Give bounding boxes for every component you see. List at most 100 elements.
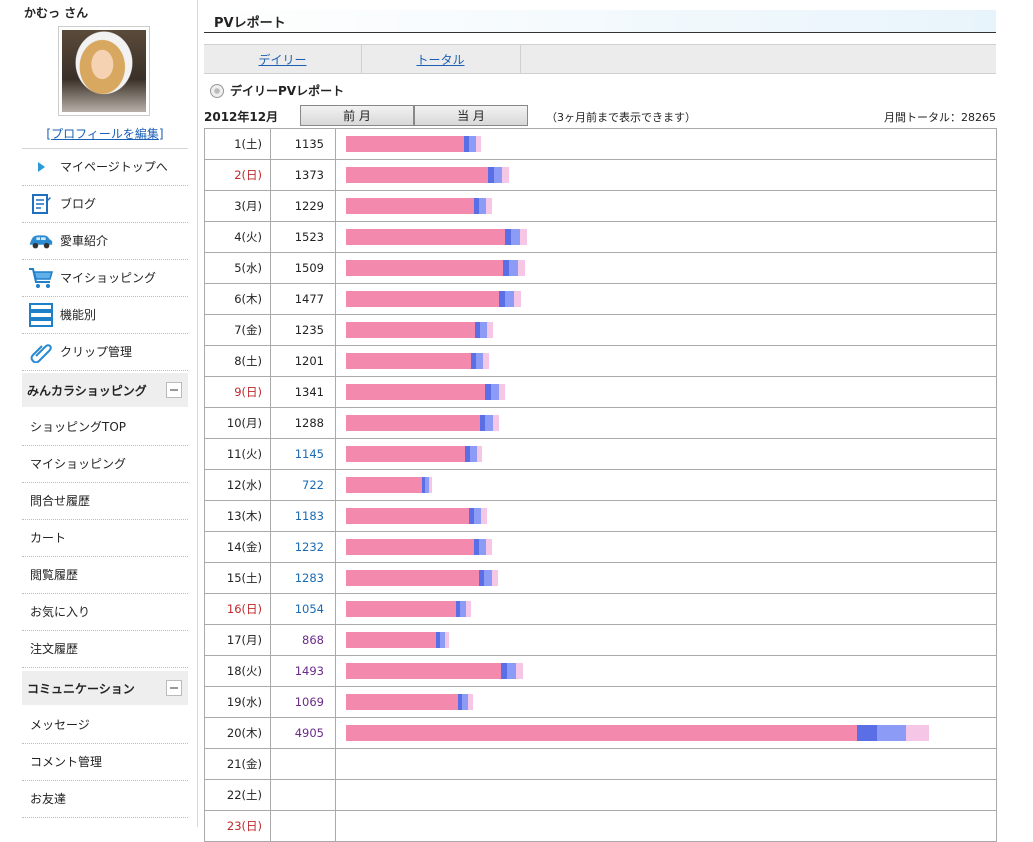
shopping-item-label[interactable]: 注文履歴 [30, 640, 78, 657]
pv-bar-segment [474, 508, 481, 524]
pv-bar-segment [468, 694, 473, 710]
pv-cell [271, 749, 336, 779]
shopping-item[interactable]: マイショッピング [22, 445, 188, 483]
bar-cell [336, 470, 996, 500]
shopping-item-label[interactable]: マイショッピング [30, 455, 126, 472]
pv-bar-segment [505, 291, 514, 307]
shopping-item[interactable]: 問合せ履歴 [22, 482, 188, 520]
pv-bar-segment [479, 539, 486, 555]
bar-cell [336, 439, 996, 469]
table-row: 2(日) 1373 [205, 160, 996, 191]
pv-bar [346, 663, 523, 679]
nav-blog[interactable]: ブログ [22, 185, 188, 223]
pv-bar-segment [346, 415, 480, 431]
day-cell: 15(土) [205, 563, 271, 593]
table-row: 5(水) 1509 [205, 253, 996, 284]
nav-label: 機能別 [60, 308, 97, 322]
pv-cell: 1183 [271, 501, 336, 531]
blog-notebook-icon [28, 192, 54, 216]
shopping-cart-icon [28, 266, 54, 290]
pv-bar-segment [877, 725, 906, 741]
pv-cell: 1373 [271, 160, 336, 190]
day-cell: 13(木) [205, 501, 271, 531]
communication-item-label[interactable]: お友達 [30, 790, 66, 807]
nav-car[interactable]: 愛車紹介 [22, 222, 188, 260]
pv-bar [346, 291, 521, 307]
communication-item[interactable]: コメント管理 [22, 743, 188, 781]
current-month-button[interactable]: 当 月 [414, 105, 528, 126]
bar-cell [336, 377, 996, 407]
collapse-button[interactable] [166, 680, 182, 696]
pv-bar-segment [494, 167, 502, 183]
pv-bar-segment [346, 663, 501, 679]
shopping-item-label[interactable]: お気に入り [30, 603, 90, 620]
shopping-item-label[interactable]: ショッピングTOP [30, 418, 126, 435]
pv-cell: 1135 [271, 129, 336, 159]
pv-bar-segment [491, 384, 499, 400]
page-title: PVレポート [204, 10, 996, 33]
pv-cell: 1288 [271, 408, 336, 438]
bar-cell [336, 625, 996, 655]
day-cell: 22(土) [205, 780, 271, 810]
table-row: 21(金) [205, 749, 996, 780]
pv-bar-segment [857, 725, 877, 741]
bar-cell [336, 563, 996, 593]
shopping-item[interactable]: カート [22, 519, 188, 557]
pv-bar [346, 260, 525, 276]
report-tabs: デイリー トータル [204, 44, 996, 74]
list-stack-icon [28, 302, 54, 327]
communication-item-label[interactable]: コメント管理 [30, 753, 102, 770]
day-cell: 2(日) [205, 160, 271, 190]
pv-bar-segment [479, 198, 486, 214]
pv-cell: 1069 [271, 687, 336, 717]
pv-cell: 1232 [271, 532, 336, 562]
tab-daily[interactable]: デイリー [204, 45, 362, 73]
pv-bar-segment [346, 353, 471, 369]
nav-my-shopping[interactable]: マイショッピング [22, 259, 188, 297]
pv-bar-segment [520, 229, 527, 245]
pv-table: 1(土) 1135 2(日) 1373 3(月) 1229 4(火) 1523 5(水) 1509… [204, 128, 997, 842]
pv-bar [346, 601, 471, 617]
collapse-button[interactable] [166, 382, 182, 398]
day-cell: 9(日) [205, 377, 271, 407]
day-cell: 8(土) [205, 346, 271, 376]
day-cell: 19(水) [205, 687, 271, 717]
avatar[interactable] [58, 26, 150, 116]
range-note: （3ヶ月前まで表示できます） [546, 111, 696, 124]
day-cell: 17(月) [205, 625, 271, 655]
pv-bar-segment [346, 477, 422, 493]
bar-cell [336, 501, 996, 531]
shopping-item[interactable]: 注文履歴 [22, 630, 188, 668]
bar-cell [336, 284, 996, 314]
nav-label: マイショッピング [60, 271, 157, 285]
nav-mypage-top[interactable]: マイページトップへ [22, 148, 188, 186]
nav-clip[interactable]: クリップ管理 [22, 333, 188, 371]
day-cell: 21(金) [205, 749, 271, 779]
day-cell: 11(火) [205, 439, 271, 469]
bar-cell [336, 191, 996, 221]
communication-item[interactable]: メッセージ [22, 706, 188, 744]
pv-bar-segment [346, 229, 505, 245]
shopping-item[interactable]: 閲覧履歴 [22, 556, 188, 594]
communication-item-label[interactable]: メッセージ [30, 716, 90, 733]
nav-label: クリップ管理 [60, 345, 133, 359]
edit-profile-link[interactable]: [プロフィールを編集] [0, 125, 210, 142]
edit-profile-label[interactable]: プロフィールを編集 [51, 127, 159, 141]
table-row: 18(火) 1493 [205, 656, 996, 687]
communication-item[interactable]: お友達 [22, 780, 188, 818]
prev-month-button[interactable]: 前 月 [300, 105, 414, 126]
bar-cell [336, 346, 996, 376]
car-icon [28, 229, 54, 253]
shopping-item-label[interactable]: 閲覧履歴 [30, 566, 78, 583]
pv-bar-segment [346, 570, 479, 586]
shopping-item[interactable]: ショッピングTOP [22, 408, 188, 446]
shopping-item-label[interactable]: カート [30, 529, 66, 546]
tab-total[interactable]: トータル [361, 45, 521, 73]
shopping-item-label[interactable]: 問合せ履歴 [30, 492, 90, 509]
day-cell: 5(水) [205, 253, 271, 283]
pv-cell: 1235 [271, 315, 336, 345]
shopping-item[interactable]: お気に入り [22, 593, 188, 631]
nav-by-function[interactable]: 機能別 [22, 296, 188, 334]
table-row: 6(木) 1477 [205, 284, 996, 315]
day-cell: 18(火) [205, 656, 271, 686]
